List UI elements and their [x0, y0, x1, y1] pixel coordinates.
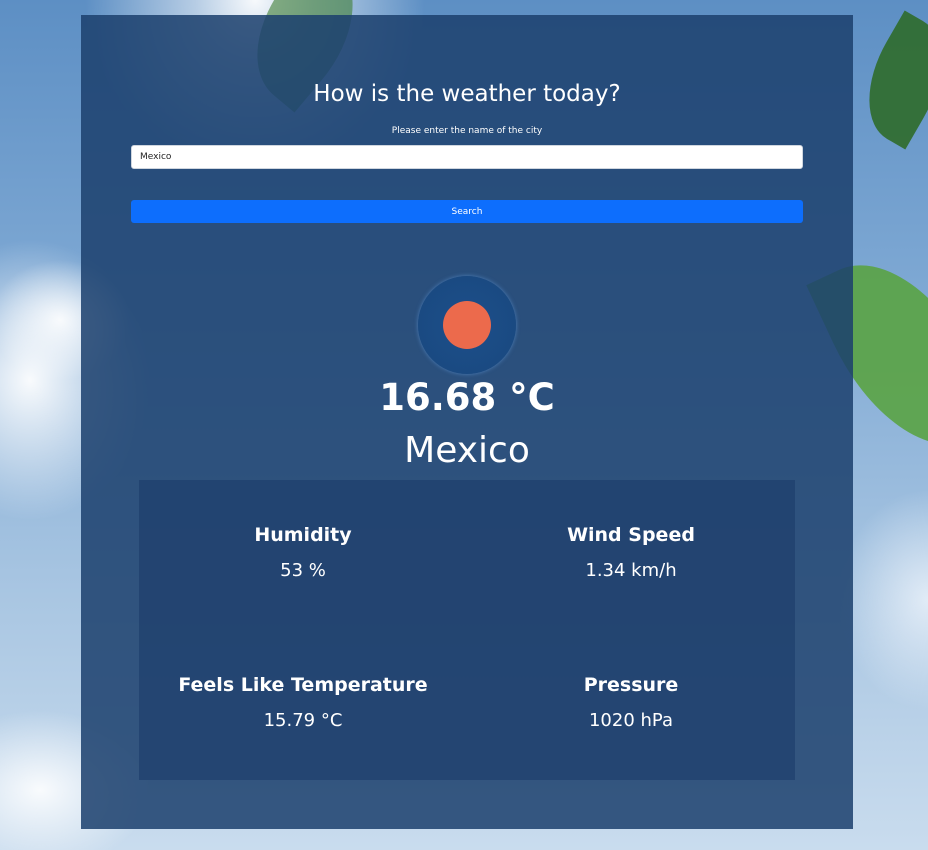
search-button[interactable]: Search — [131, 200, 803, 223]
city-input[interactable] — [131, 145, 803, 169]
sun-icon — [443, 301, 491, 349]
weather-icon — [418, 276, 516, 374]
page-title: How is the weather today? — [313, 81, 621, 107]
wind-speed-detail: Wind Speed 1.34 km/h — [467, 524, 795, 581]
weather-panel: How is the weather today? Please enter t… — [81, 15, 853, 829]
humidity-label: Humidity — [254, 524, 352, 546]
city-name: Mexico — [404, 430, 530, 471]
wind-speed-value: 1.34 km/h — [585, 560, 677, 581]
humidity-detail: Humidity 53 % — [139, 524, 467, 581]
feels-like-label: Feels Like Temperature — [178, 674, 428, 696]
feels-like-value: 15.79 °C — [263, 710, 343, 731]
weather-details: Humidity 53 % Wind Speed 1.34 km/h Feels… — [139, 480, 795, 780]
pressure-label: Pressure — [583, 674, 679, 696]
feels-like-detail: Feels Like Temperature 15.79 °C — [139, 674, 467, 731]
humidity-value: 53 % — [280, 560, 326, 581]
pressure-detail: Pressure 1020 hPa — [467, 674, 795, 731]
wind-speed-label: Wind Speed — [567, 524, 695, 546]
background-leaf — [844, 10, 928, 150]
pressure-value: 1020 hPa — [588, 710, 673, 731]
city-input-label: Please enter the name of the city — [391, 126, 543, 136]
temperature-value: 16.68 °C — [379, 376, 555, 419]
